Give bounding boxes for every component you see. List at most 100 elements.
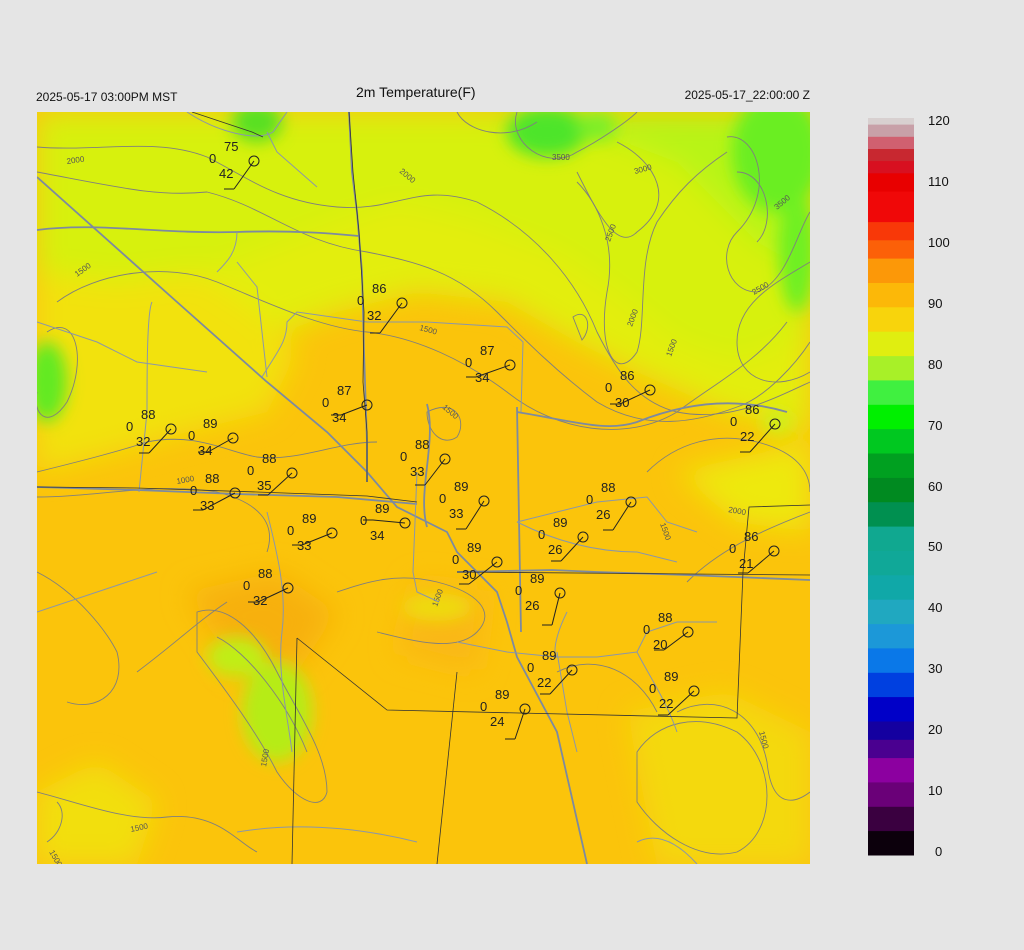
station-dewpoint: 20: [653, 637, 667, 652]
colorbar-band: [868, 404, 914, 411]
colorbar-band: [868, 245, 914, 253]
colorbar-band: [868, 696, 914, 704]
station-dewpoint: 30: [462, 567, 476, 582]
station-dewpoint: 42: [219, 166, 233, 181]
station-dewpoint: 33: [410, 464, 424, 479]
colorbar-band: [868, 416, 914, 424]
station-dewpoint: 26: [525, 598, 539, 613]
colorbar-band: [868, 367, 914, 375]
colorbar-band: [868, 197, 914, 204]
colorbar-band: [868, 507, 914, 515]
colorbar-tick-label: 120: [928, 113, 950, 129]
colorbar-band: [868, 191, 914, 198]
colorbar-band: [868, 842, 914, 850]
station-zero: 0: [452, 552, 459, 567]
colorbar-band: [868, 300, 914, 308]
station-dewpoint: 34: [370, 528, 384, 543]
colorbar-band: [868, 233, 914, 241]
station-dewpoint: 32: [136, 434, 150, 449]
colorbar-band: [868, 154, 914, 162]
station-dewpoint: 26: [596, 507, 610, 522]
station-zero: 0: [605, 380, 612, 395]
colorbar-band: [868, 166, 914, 174]
colorbar-band: [868, 830, 914, 838]
station-temperature: 89: [664, 669, 678, 684]
colorbar-tick-label: 0: [935, 843, 943, 859]
valid-time-local: 2025-05-17 03:00PM MST: [36, 90, 178, 104]
colorbar-band: [868, 806, 914, 813]
station-dewpoint: 35: [257, 478, 271, 493]
colorbar-tick-label: 60: [928, 478, 943, 494]
colorbar-tick-label: 20: [928, 722, 943, 738]
colorbar-band: [868, 410, 914, 417]
station-zero: 0: [730, 414, 737, 429]
colorbar-band: [868, 203, 914, 210]
station-zero: 0: [643, 622, 650, 637]
colorbar-band: [868, 562, 914, 570]
station-zero: 0: [209, 151, 216, 166]
colorbar-band: [868, 848, 914, 856]
station-temperature: 89: [203, 416, 217, 431]
colorbar-band: [868, 769, 914, 777]
colorbar-band: [868, 635, 914, 643]
colorbar-band: [868, 599, 914, 606]
colorbar-band: [868, 678, 914, 685]
colorbar-band: [868, 623, 914, 631]
station-zero: 0: [586, 492, 593, 507]
colorbar-band: [868, 136, 914, 143]
colorbar-band: [868, 312, 914, 320]
station-zero: 0: [126, 419, 133, 434]
colorbar-band: [868, 733, 914, 740]
colorbar-band: [868, 629, 914, 637]
colorbar-band: [868, 611, 914, 618]
colorbar-band: [868, 386, 914, 393]
colorbar-band: [868, 209, 914, 216]
colorbar-band: [868, 392, 914, 399]
station-zero: 0: [243, 578, 250, 593]
station-temperature: 86: [372, 281, 386, 296]
colorbar-tick-label: 70: [928, 417, 943, 433]
colorbar-band: [868, 794, 914, 801]
colorbar-band: [868, 800, 914, 807]
colorbar-band: [868, 739, 914, 746]
colorbar-band: [868, 489, 914, 497]
station-zero: 0: [465, 355, 472, 370]
colorbar-band: [868, 172, 914, 180]
chart-title: 2m Temperature(F): [356, 84, 476, 100]
colorbar-band: [868, 593, 914, 600]
colorbar-band: [868, 538, 914, 545]
station-temperature: 89: [375, 501, 389, 516]
colorbar-band: [868, 379, 914, 387]
colorbar-band: [868, 501, 914, 509]
colorbar-band: [868, 282, 914, 290]
station-zero: 0: [188, 428, 195, 443]
station-dewpoint: 34: [475, 370, 489, 385]
colorbar-band: [868, 824, 914, 832]
station-zero: 0: [247, 463, 254, 478]
colorbar-tick-label: 90: [928, 295, 943, 311]
station-zero: 0: [287, 523, 294, 538]
colorbar-band: [868, 459, 914, 466]
colorbar-band: [868, 440, 914, 448]
colorbar-band: [868, 574, 914, 582]
temperature-map: 2000 2000 1500 1500 1500 1000 1500 2000 …: [37, 112, 810, 864]
colorbar-band: [868, 818, 914, 826]
colorbar-band: [868, 349, 914, 357]
colorbar-band: [868, 221, 914, 229]
colorbar-band: [868, 727, 914, 734]
station-dewpoint: 26: [548, 542, 562, 557]
valid-time-utc: 2025-05-17_22:00:00 Z: [684, 88, 810, 102]
colorbar-band: [868, 227, 914, 235]
colorbar-band: [868, 495, 914, 503]
station-temperature: 86: [744, 529, 758, 544]
station-temperature: 87: [480, 343, 494, 358]
colorbar-band: [868, 751, 914, 759]
colorbar-band: [868, 142, 914, 149]
station-temperature: 88: [205, 471, 219, 486]
station-dewpoint: 34: [332, 410, 346, 425]
colorbar-band: [868, 398, 914, 405]
colorbar-band: [868, 118, 914, 125]
colorbar-band: [868, 647, 914, 655]
station-zero: 0: [480, 699, 487, 714]
colorbar-band: [868, 471, 914, 478]
